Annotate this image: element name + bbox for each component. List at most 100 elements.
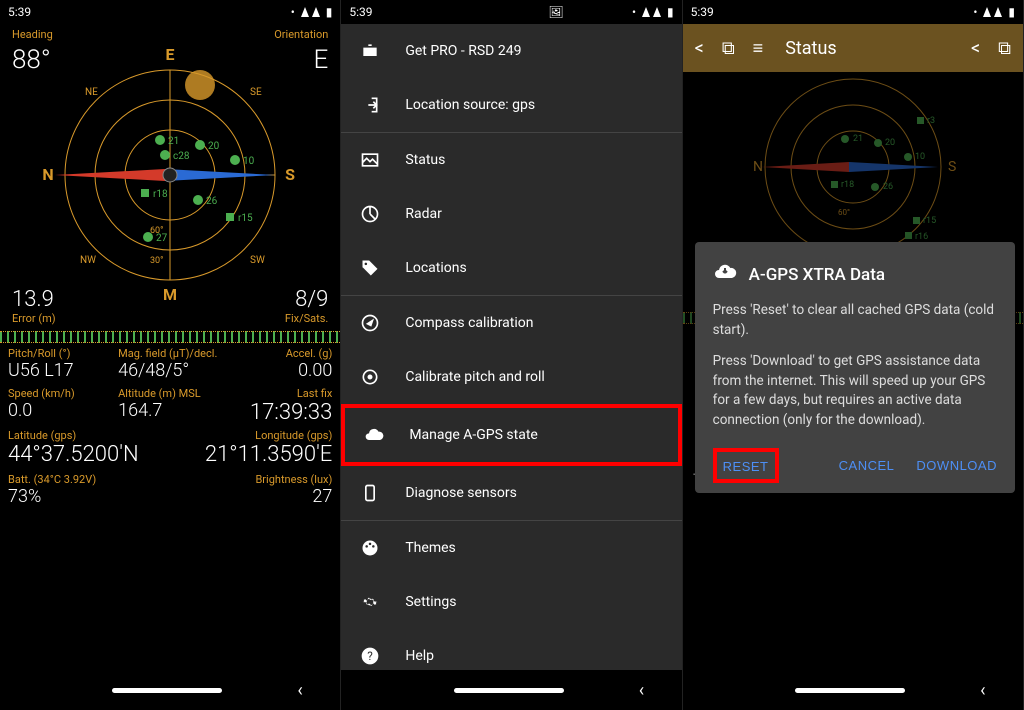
svg-text:30°: 30° [150,256,163,266]
status-bar: 5:39 • ▮ [683,0,1023,24]
clock: 5:39 [349,5,372,19]
menu-label: Help [405,648,434,664]
agps-dialog: A-GPS XTRA Data Press 'Reset' to clear a… [695,242,1015,493]
svg-text:20: 20 [885,138,895,148]
screen-agps-dialog: 5:39 • ▮ < ⧉ ≡ Status < ⧉ N S 21 20 10 r… [683,0,1024,710]
toolbar: < ⧉ ≡ Status < ⧉ [683,24,1023,72]
clock: 5:39 [8,5,31,19]
menu-label: Compass calibration [405,315,533,331]
svg-text:SE: SE [250,87,262,98]
svg-text:SW: SW [250,255,265,266]
menu-label: Manage A-GPS state [409,427,538,443]
menu-item-briefcase[interactable]: Get PRO - RSD 249 [341,24,681,78]
nav-back[interactable]: ‹ [980,680,985,701]
briefcase-icon [359,40,381,62]
nav-home-pill[interactable] [112,688,222,693]
signal-spectrum [0,331,340,343]
share-icon[interactable]: < [695,38,704,59]
download-button[interactable]: DOWNLOAD [916,448,997,483]
svg-text:21: 21 [853,134,863,144]
menu-item-radar[interactable]: Radar [341,187,681,241]
menu-label: Locations [405,260,466,276]
svg-text:r18: r18 [841,180,854,190]
svg-text:NE: NE [85,87,98,98]
menu-item-palette[interactable]: Themes [341,521,681,575]
status-bar: 5:39 🖼 • ▮ [341,0,681,24]
svg-text:r15: r15 [923,216,936,226]
svg-text:20: 20 [208,141,220,152]
menu-label: Calibrate pitch and roll [405,369,544,385]
dialog-body: Press 'Reset' to clear all cached GPS da… [713,301,997,430]
svg-text:E: E [166,45,175,64]
nav-back[interactable]: ‹ [639,680,644,701]
svg-text:?: ? [368,649,374,663]
nav-back[interactable]: ‹ [297,680,302,701]
cloud-icon [363,424,385,446]
screen-menu: 5:39 🖼 • ▮ Get PRO - RSD 249 Location sou… [341,0,682,710]
sensor-grid: Pitch/Roll (°)U56 L17 Mag. field (μT)/de… [0,347,340,425]
svg-text:26: 26 [883,182,893,192]
svg-text:S: S [285,165,295,184]
menu-item-phone[interactable]: Diagnose sensors [341,466,681,520]
help-icon: ? [359,645,381,667]
svg-text:27: 27 [156,233,168,244]
reset-highlight: RESET [713,448,779,483]
clock: 5:39 [691,5,714,19]
svg-text:26: 26 [206,196,218,207]
svg-text:c28: c28 [173,151,190,162]
svg-text:r15: r15 [238,213,253,224]
screen-gps-status: 5:39 • ▮ Heading Orientation 88° E E S N… [0,0,341,710]
error-label: Error (m) [12,312,56,325]
dialog-title: A-GPS XTRA Data [713,260,997,289]
svg-text:M: M [163,285,177,304]
menu-item-gear[interactable]: Settings [341,575,681,629]
compass: E S N M NE SE SW NW 60° 30° 212010c28r18… [0,45,340,305]
menu-label: Diagnose sensors [405,485,516,501]
target-icon [359,366,381,388]
image-icon [359,149,381,171]
android-nav[interactable]: ‹ [341,670,681,710]
gear-icon [359,591,381,613]
svg-text:N: N [43,165,54,184]
reset-button[interactable]: RESET [723,459,769,474]
svg-text:60°: 60° [838,208,850,217]
menu-item-image[interactable]: Status [341,133,681,187]
svg-text:NW: NW [80,255,96,266]
menu-label: Get PRO - RSD 249 [405,43,521,59]
menu-item-tag[interactable]: Locations [341,241,681,295]
menu-item-target[interactable]: Calibrate pitch and roll [341,350,681,404]
svg-text:r3: r3 [927,116,935,126]
copy-icon[interactable]: ⧉ [722,38,735,59]
android-nav[interactable]: ‹ [0,670,340,710]
copy-icon-2[interactable]: ⧉ [998,38,1011,59]
cancel-button[interactable]: CANCEL [839,448,895,483]
svg-text:r16: r16 [915,232,928,242]
compass-icon [359,312,381,334]
nav-home-pill[interactable] [454,688,564,693]
android-nav[interactable]: ‹ [683,670,1023,710]
exit-icon [359,94,381,116]
menu-icon[interactable]: ≡ [753,38,764,59]
menu-item-exit[interactable]: Location source: gps [341,78,681,132]
menu-label: Themes [405,540,455,556]
svg-text:10: 10 [243,156,255,167]
phone-icon [359,482,381,504]
orientation-label: Orientation [274,28,328,41]
nav-home-pill[interactable] [795,688,905,693]
heading-row: Heading Orientation [0,24,340,45]
svg-text:r18: r18 [153,189,168,200]
menu-item-cloud[interactable]: Manage A-GPS state [341,404,681,466]
fixsats-label: Fix/Sats. [285,312,328,325]
share-icon-2[interactable]: < [971,38,980,59]
menu-item-compass[interactable]: Compass calibration [341,296,681,350]
svg-text:N: N [753,159,763,175]
svg-text:S: S [948,159,956,175]
drawer-menu: Get PRO - RSD 249 Location source: gps Sta… [341,24,681,670]
status-bar: 5:39 • ▮ [0,0,340,24]
svg-text:21: 21 [168,136,179,147]
heading-label: Heading [12,28,53,41]
menu-label: Location source: gps [405,97,535,113]
toolbar-title: Status [785,38,953,59]
menu-label: Settings [405,594,456,610]
svg-text:10: 10 [915,152,925,162]
